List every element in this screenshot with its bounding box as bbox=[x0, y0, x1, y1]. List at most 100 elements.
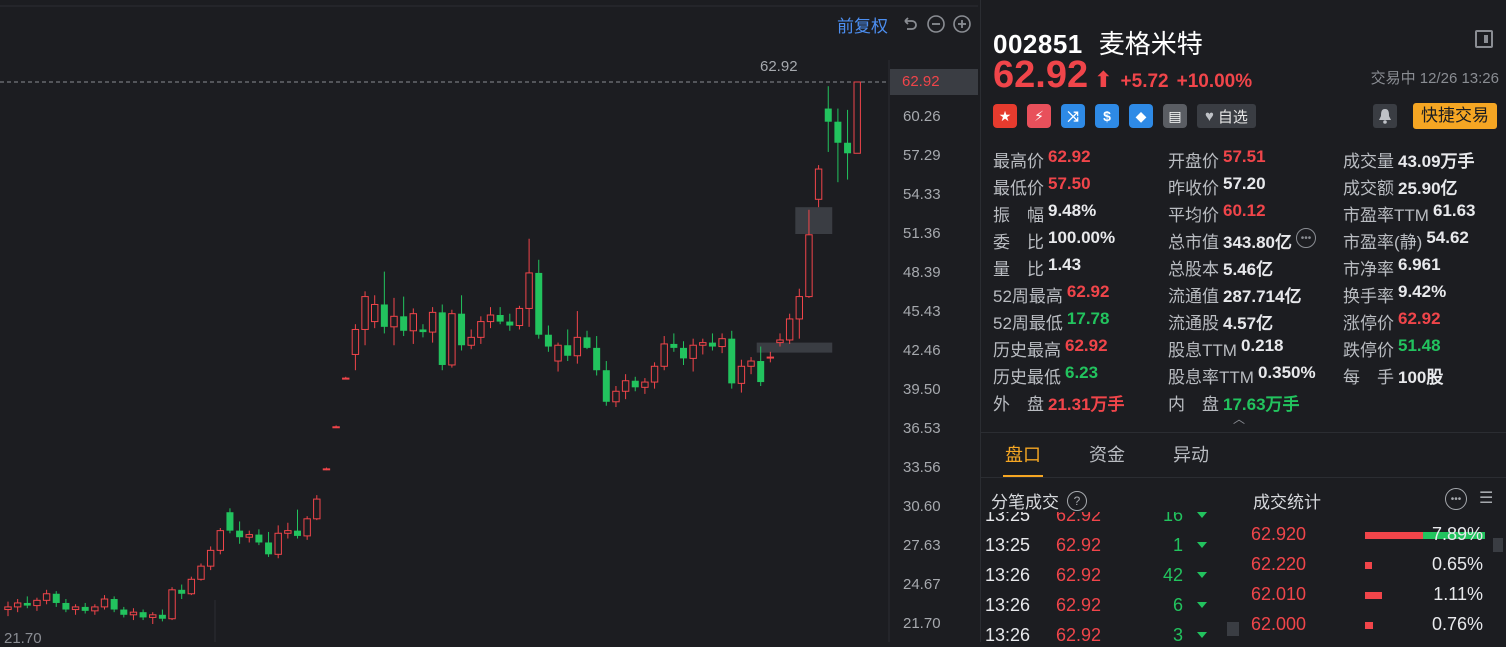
add-watchlist-button[interactable]: ♥ 自选 bbox=[1197, 104, 1256, 128]
candle bbox=[23, 596, 31, 609]
list-icon[interactable]: ☰ bbox=[1479, 488, 1497, 508]
candle-body bbox=[477, 321, 485, 338]
ticks-list[interactable]: 13:25 62.92 16 13:25 62.92 1 13:26 62.92 42 13:26… bbox=[981, 512, 1221, 642]
distribution-price: 62.220 bbox=[1251, 554, 1307, 574]
adjust-mode-link[interactable]: 前复权 bbox=[837, 12, 888, 37]
candle-body bbox=[62, 602, 70, 610]
price-distribution-list[interactable]: 62.920 7.89% 62.220 0.65% 62.010 1.11% 62.000 0… bbox=[1251, 520, 1491, 642]
candle-body bbox=[303, 518, 311, 537]
candle bbox=[477, 316, 485, 344]
sell-down-arrow-icon bbox=[1197, 572, 1207, 578]
candle bbox=[206, 546, 215, 571]
last-price: 62.92 bbox=[993, 54, 1089, 96]
stat-item: 跌停价 51.48 bbox=[1343, 336, 1503, 361]
candlestick-chart[interactable] bbox=[0, 0, 978, 642]
candle bbox=[168, 587, 176, 621]
stat-value: 343.80亿 bbox=[1223, 233, 1292, 252]
candle bbox=[621, 374, 630, 400]
candle-body bbox=[708, 342, 716, 347]
stat-value: 100股 bbox=[1398, 368, 1444, 387]
candle-body bbox=[689, 344, 697, 359]
tab-2[interactable]: 异动 bbox=[1149, 433, 1233, 477]
collapse-chevron-icon[interactable]: ︿ bbox=[1233, 410, 1245, 427]
candle bbox=[158, 609, 166, 622]
price-axis-tick: 42.46 bbox=[903, 342, 941, 360]
stat-value: 100.00% bbox=[1048, 228, 1116, 247]
buy-volume-bar bbox=[1365, 532, 1423, 539]
undo-icon[interactable] bbox=[900, 14, 920, 34]
stat-value: 57.50 bbox=[1048, 174, 1091, 193]
candle bbox=[322, 467, 331, 471]
stat-item: 流通股 4.57亿 bbox=[1168, 309, 1343, 334]
tick-time: 13:26 bbox=[985, 624, 1031, 643]
tick-row: 13:26 62.92 3 bbox=[981, 620, 1221, 642]
buy-volume-bar bbox=[1365, 592, 1382, 599]
candle bbox=[593, 336, 601, 376]
distribution-scrollbar[interactable] bbox=[1493, 538, 1503, 552]
tag-icon[interactable]: ◆ bbox=[1129, 104, 1153, 128]
stats-grid: 最高价 62.92 开盘价 57.51 成交量 43.09万手 最低价 57.50 昨收价 57.… bbox=[993, 146, 1503, 416]
shuffle-icon[interactable]: ⤨ bbox=[1061, 104, 1085, 128]
candle-body bbox=[805, 234, 813, 298]
stats-row: 52周最低 17.78 流通股 4.57亿 涨停价 62.92 bbox=[993, 308, 1503, 335]
bell-icon[interactable] bbox=[1373, 104, 1397, 128]
kline-chart-panel[interactable]: 前复权 60.26 57.29 54.33 51.36 48.39 45.43 42.46 3… bbox=[0, 0, 978, 647]
stat-label: 成交额 bbox=[1343, 179, 1394, 198]
tab-0[interactable]: 盘口 bbox=[981, 433, 1065, 477]
add-watchlist-label: 自选 bbox=[1217, 108, 1248, 126]
cn-flag-icon[interactable]: ★ bbox=[993, 104, 1017, 128]
candle-body bbox=[216, 530, 225, 551]
candle-body bbox=[670, 343, 678, 348]
candle-body bbox=[680, 347, 687, 359]
candle-body bbox=[91, 606, 99, 612]
price-row: 62.92 ⬆ +5.72 +10.00% bbox=[993, 54, 1252, 97]
candle bbox=[612, 386, 620, 408]
stat-value: 62.92 bbox=[1066, 282, 1110, 301]
stat-label: 最高价 bbox=[993, 152, 1044, 171]
candle-body bbox=[438, 312, 446, 365]
candle bbox=[149, 612, 157, 624]
sell-down-arrow-icon bbox=[1197, 542, 1207, 548]
price-axis-tick: 60.26 bbox=[903, 107, 941, 125]
candle-body bbox=[737, 365, 746, 384]
candle bbox=[409, 308, 418, 344]
candle-body bbox=[71, 606, 80, 611]
candle bbox=[785, 313, 794, 344]
stat-label: 历史最高 bbox=[993, 341, 1061, 360]
quick-trade-button[interactable]: 快捷交易 bbox=[1413, 103, 1497, 129]
zoom-in-icon[interactable] bbox=[952, 14, 972, 34]
panel-layout-icon[interactable] bbox=[1475, 30, 1493, 48]
candle bbox=[62, 599, 70, 613]
stat-item: 流通值 287.714亿 bbox=[1168, 282, 1343, 307]
candle bbox=[187, 576, 196, 596]
candle bbox=[42, 589, 51, 605]
candle bbox=[853, 81, 861, 154]
ticks-scrollbar[interactable] bbox=[1227, 622, 1239, 636]
candle-body bbox=[390, 315, 398, 328]
candle bbox=[371, 295, 379, 329]
candle-body bbox=[42, 593, 51, 601]
candle-body bbox=[158, 614, 166, 619]
current-price-tag: 62.92 bbox=[890, 69, 978, 95]
zoom-out-icon[interactable] bbox=[926, 14, 946, 34]
flash-icon[interactable]: ⚡ bbox=[1027, 104, 1051, 128]
more-icon[interactable]: ••• bbox=[1445, 488, 1467, 510]
doc-icon[interactable]: ▤ bbox=[1163, 104, 1187, 128]
dollar-icon[interactable]: $ bbox=[1095, 104, 1119, 128]
tick-time: 13:26 bbox=[985, 594, 1031, 615]
stat-label: 平均价 bbox=[1168, 206, 1219, 225]
tab-1[interactable]: 资金 bbox=[1065, 433, 1149, 477]
tick-row: 13:26 62.92 6 bbox=[981, 590, 1221, 620]
price-axis-tick: 33.56 bbox=[903, 459, 941, 477]
candle bbox=[400, 296, 408, 337]
candle bbox=[718, 333, 726, 354]
stats-row: 振 幅 9.48% 平均价 60.12 市盈率TTM 61.63 bbox=[993, 200, 1503, 227]
help-icon[interactable]: ? bbox=[1067, 490, 1087, 511]
stat-item: 成交量 43.09万手 bbox=[1343, 147, 1503, 172]
candle bbox=[110, 596, 118, 613]
candle bbox=[602, 361, 610, 406]
tick-price: 62.92 bbox=[1056, 512, 1102, 525]
stat-item: 股息率TTM 0.350% bbox=[1168, 363, 1343, 388]
gap-zone bbox=[795, 207, 833, 235]
more-info-icon[interactable]: ••• bbox=[1296, 228, 1316, 248]
